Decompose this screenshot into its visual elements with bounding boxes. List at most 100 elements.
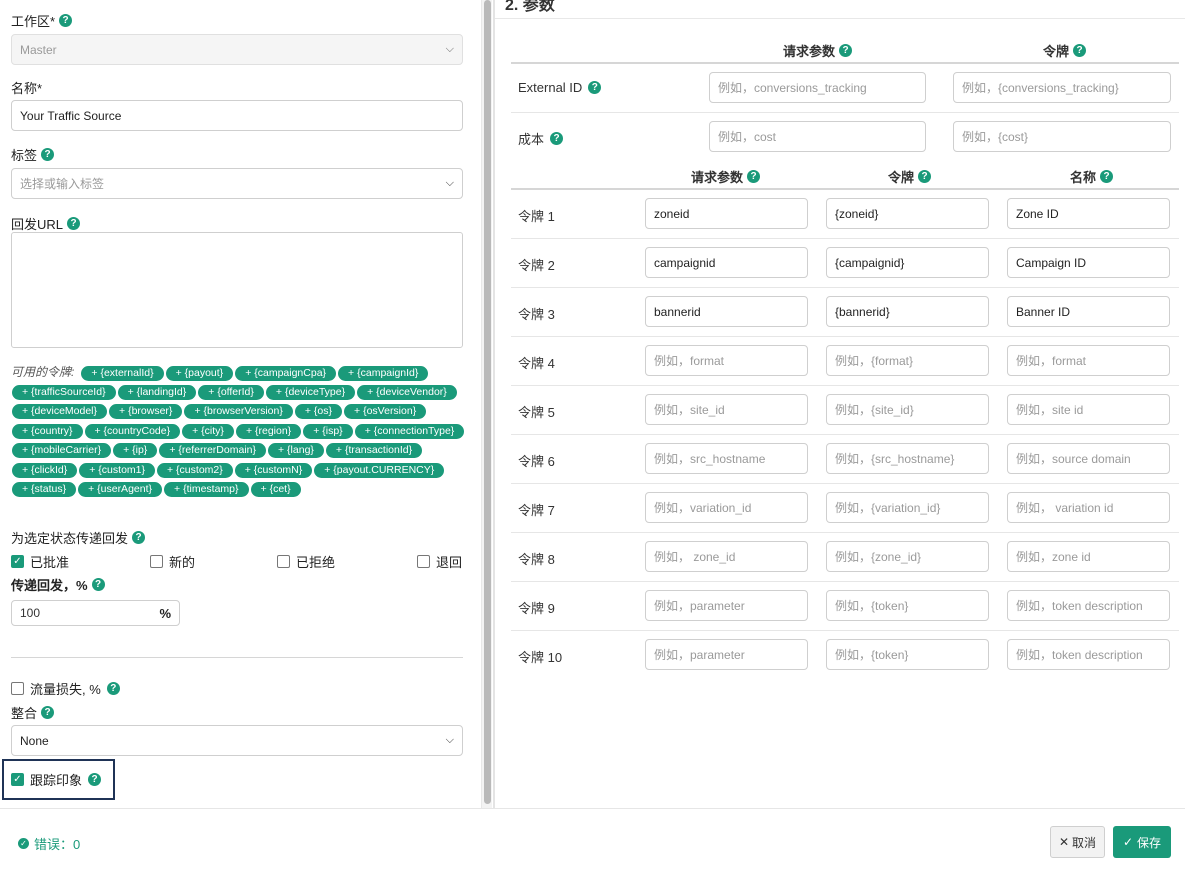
help-icon[interactable]: ? <box>67 217 81 230</box>
external-id-param-input[interactable]: 例如，conversions_tracking <box>709 72 926 103</box>
save-button[interactable]: ✓ 保存 <box>1113 826 1171 858</box>
token-name-input[interactable]: Zone ID <box>1007 198 1170 229</box>
token-chip[interactable]: + {landingId} <box>117 385 197 400</box>
token-chip[interactable]: + {campaignCpa} <box>235 365 337 381</box>
token-chip[interactable]: + {clickId} <box>12 462 78 478</box>
token-chip[interactable]: + {custom2} <box>157 462 233 478</box>
external-id-label: External ID? <box>518 80 602 95</box>
status-rejected-checkbox[interactable]: 已拒绝 <box>277 552 335 571</box>
token-name-input[interactable]: 例如，token description <box>1007 590 1170 621</box>
tags-select[interactable]: 选择或输入标签 ⌵ <box>11 168 463 199</box>
help-icon[interactable]: ? <box>41 148 55 161</box>
token-param-input[interactable]: campaignid <box>645 247 808 278</box>
status-refund-checkbox[interactable]: 退回 <box>417 552 462 571</box>
token-chip[interactable]: + {lang} <box>268 443 324 459</box>
token-param-input[interactable]: bannerid <box>645 296 808 327</box>
token-chip[interactable]: + {transactionId} <box>325 443 423 459</box>
token-name-input[interactable]: 例如，site id <box>1007 394 1170 425</box>
help-icon[interactable]: ? <box>747 170 761 183</box>
check-icon: ✓ <box>11 773 24 786</box>
token-name-input[interactable]: 例如，source domain <box>1007 443 1170 474</box>
token-chip[interactable]: + {deviceType} <box>265 385 356 400</box>
token-token-input[interactable]: 例如，{format} <box>826 345 989 376</box>
token-chip[interactable]: + {region} <box>235 423 302 439</box>
token-chip[interactable]: + {status} <box>12 482 77 498</box>
token-chip[interactable]: + {isp} <box>303 423 353 439</box>
help-icon[interactable]: ? <box>918 170 932 183</box>
external-id-token-input[interactable]: 例如，{conversions_tracking} <box>953 72 1171 103</box>
token-token-input[interactable]: 例如，{token} <box>826 590 989 621</box>
token-chip[interactable]: + {payout.CURRENCY} <box>314 462 445 478</box>
help-icon[interactable]: ? <box>41 706 55 719</box>
token-chip[interactable]: + {timestamp} <box>164 482 249 498</box>
track-impressions-checkbox[interactable]: ✓ 跟踪印象? <box>11 770 102 789</box>
help-icon[interactable]: ? <box>588 81 602 94</box>
token-chip[interactable]: + {referrerDomain} <box>159 443 266 459</box>
traffic-loss-checkbox[interactable]: 流量损失, %? <box>11 679 120 698</box>
cancel-button[interactable]: ✕ 取消 <box>1050 826 1105 858</box>
token-chip[interactable]: + {countryCode} <box>84 423 181 439</box>
token-name-input[interactable]: Banner ID <box>1007 296 1170 327</box>
token-param-input[interactable]: 例如，parameter <box>645 639 808 670</box>
token-param-input[interactable]: zoneid <box>645 198 808 229</box>
pass-percent-input[interactable]: 100 % <box>11 600 180 626</box>
token-name-input[interactable]: 例如，token description <box>1007 639 1170 670</box>
token-chip[interactable]: + {customN} <box>234 462 313 478</box>
token-chip[interactable]: + {browser} <box>109 404 183 420</box>
integration-select[interactable]: None ⌵ <box>11 725 463 756</box>
token-param-input[interactable]: 例如， zone_id <box>645 541 808 572</box>
token-chip[interactable]: + {city} <box>182 423 234 439</box>
token-token-input[interactable]: {campaignid} <box>826 247 989 278</box>
token-name-input[interactable]: 例如，format <box>1007 345 1170 376</box>
token-param-input[interactable]: 例如，format <box>645 345 808 376</box>
token-token-input[interactable]: {bannerid} <box>826 296 989 327</box>
left-scrollbar[interactable] <box>481 0 492 808</box>
token-name-input[interactable]: Campaign ID <box>1007 247 1170 278</box>
token-chip[interactable]: + {mobileCarrier} <box>12 443 112 459</box>
postback-url-textarea[interactable] <box>11 232 463 348</box>
token-token-input[interactable]: 例如，{variation_id} <box>826 492 989 523</box>
token-name-input[interactable]: 例如，zone id <box>1007 541 1170 572</box>
token-chip[interactable]: + {externalId} <box>81 365 164 381</box>
token-chip[interactable]: + {country} <box>12 423 83 439</box>
token-param-input[interactable]: 例如，src_hostname <box>645 443 808 474</box>
token-chip[interactable]: + {campaignId} <box>338 365 429 381</box>
token-token-input[interactable]: {zoneid} <box>826 198 989 229</box>
help-icon[interactable]: ? <box>132 531 146 544</box>
token-chip[interactable]: + {deviceVendor} <box>357 385 457 400</box>
help-icon[interactable]: ? <box>59 14 73 27</box>
help-icon[interactable]: ? <box>88 773 102 786</box>
token-chip[interactable]: + {connectionType} <box>354 423 465 439</box>
token-param-input[interactable]: 例如，variation_id <box>645 492 808 523</box>
help-icon[interactable]: ? <box>1100 170 1114 183</box>
token-token-input[interactable]: 例如，{token} <box>826 639 989 670</box>
token-token-input[interactable]: 例如，{src_hostname} <box>826 443 989 474</box>
token-name-input[interactable]: 例如， variation id <box>1007 492 1170 523</box>
cost-token-input[interactable]: 例如，{cost} <box>953 121 1171 152</box>
token-param-input[interactable]: 例如，parameter <box>645 590 808 621</box>
help-icon[interactable]: ? <box>91 578 105 591</box>
token-chip[interactable]: + {browserVersion} <box>184 404 293 420</box>
token-token-input[interactable]: 例如，{zone_id} <box>826 541 989 572</box>
token-chip[interactable]: + {cet} <box>250 482 301 498</box>
help-icon[interactable]: ? <box>550 132 564 145</box>
scrollbar-thumb[interactable] <box>484 0 491 804</box>
token-chip[interactable]: + {payout} <box>165 365 234 381</box>
status-approved-checkbox[interactable]: ✓ 已批准 <box>11 552 69 571</box>
token-token-input[interactable]: 例如，{site_id} <box>826 394 989 425</box>
token-chip[interactable]: + {ip} <box>113 443 158 459</box>
token-chip[interactable]: + {custom1} <box>79 462 155 478</box>
token-param-input[interactable]: 例如，site_id <box>645 394 808 425</box>
help-icon[interactable]: ? <box>839 44 853 57</box>
token-chip[interactable]: + {deviceModel} <box>12 404 108 420</box>
status-new-checkbox[interactable]: 新的 <box>150 552 195 571</box>
token-chip[interactable]: + {os} <box>294 404 343 420</box>
token-chip[interactable]: + {offerId} <box>198 385 264 400</box>
name-field[interactable]: Your Traffic Source <box>11 100 463 131</box>
help-icon[interactable]: ? <box>106 682 120 695</box>
help-icon[interactable]: ? <box>1073 44 1087 57</box>
token-chip[interactable]: + {osVersion} <box>344 404 427 420</box>
cost-param-input[interactable]: 例如，cost <box>709 121 926 152</box>
token-chip[interactable]: + {trafficSourceId} <box>12 385 116 400</box>
token-chip[interactable]: + {userAgent} <box>78 482 163 498</box>
